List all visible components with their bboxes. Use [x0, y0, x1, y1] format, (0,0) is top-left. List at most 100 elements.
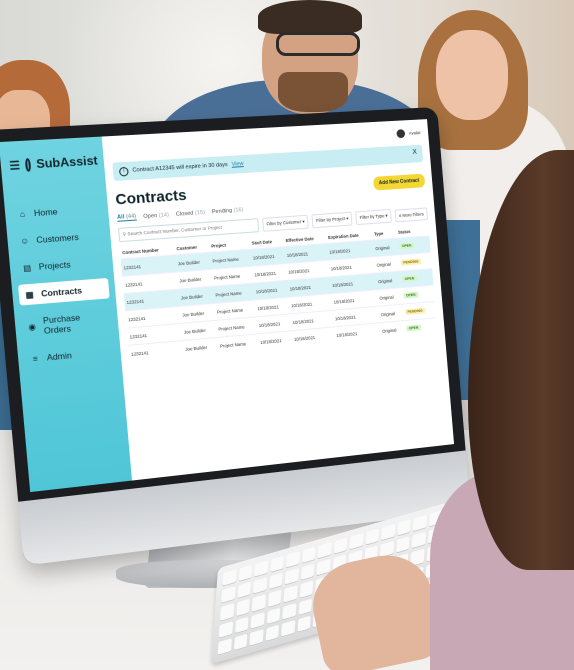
keyboard-key	[218, 638, 232, 656]
keyboard-key	[269, 573, 283, 591]
add-new-contract-button[interactable]: Add New Contract	[373, 173, 426, 190]
keyboard-key	[253, 577, 267, 595]
status-badge: OPEN	[399, 242, 414, 249]
status-badge: PENDING	[400, 258, 421, 265]
man-beard	[278, 72, 348, 112]
banner-view-link[interactable]: View	[231, 161, 243, 168]
info-icon: i	[119, 166, 129, 176]
keyboard-key	[397, 519, 411, 537]
keyboard-key	[297, 615, 311, 633]
table-cell: Original	[374, 255, 399, 273]
keyboard-key	[219, 621, 233, 639]
brand[interactable]: ☰ SubAssist	[9, 153, 98, 173]
keyboard-key	[411, 532, 425, 550]
man-glasses	[276, 32, 360, 56]
sidebar-item-home[interactable]: ⌂ Home	[11, 198, 103, 225]
contracts-table: Contract Number Customer Project Start Date…	[120, 225, 438, 362]
keyboard-key	[396, 536, 410, 554]
table-cell: Original	[380, 321, 405, 339]
avatar[interactable]	[396, 129, 405, 138]
office-photo: ☰ SubAssist ⌂ Home ☺ Customers ▤ Project…	[0, 0, 574, 670]
keyboard-key	[249, 629, 263, 647]
table-cell: 1232141	[128, 341, 184, 363]
sidebar-item-label: Projects	[38, 259, 71, 272]
table-cell: OPEN	[404, 318, 438, 337]
keyboard-key	[221, 586, 235, 604]
keyboard-key	[250, 612, 264, 630]
keyboard-key	[298, 598, 312, 616]
status-badge: OPEN	[403, 292, 418, 299]
keyboard-key	[281, 620, 295, 638]
filter-type-dropdown[interactable]: Filter by Type ▾	[355, 209, 392, 225]
keyboard-key	[299, 581, 313, 599]
tab-closed[interactable]: Closed (15)	[176, 209, 205, 217]
keyboard-key	[349, 533, 363, 551]
keyboard-key	[266, 607, 280, 625]
page-title: Contracts	[115, 187, 188, 209]
sidebar-item-contracts[interactable]: ▦ Contracts	[18, 278, 110, 306]
sidebar-item-label: Purchase Orders	[43, 310, 108, 336]
girl-face	[436, 30, 508, 120]
keyboard-key	[283, 585, 297, 603]
keyboard-key	[254, 560, 268, 578]
keyboard-key	[238, 565, 252, 583]
keyboard-key	[237, 582, 251, 600]
keyboard-key	[268, 590, 282, 608]
close-icon[interactable]: X	[412, 149, 417, 156]
filter-project-dropdown[interactable]: Filter by Project ▾	[312, 212, 353, 229]
filter-customer-dropdown[interactable]: Filter by Customer ▾	[262, 215, 309, 232]
table-cell: Original	[375, 271, 400, 289]
keyboard-key	[235, 616, 249, 634]
status-badge: PENDING	[404, 308, 425, 316]
banner-text: Contract A12345 will expire in 30 days	[132, 162, 228, 174]
monitor-screen: ☰ SubAssist ⌂ Home ☺ Customers ▤ Project…	[0, 119, 454, 492]
keyboard-key	[270, 556, 284, 574]
keyboard-key	[302, 547, 316, 565]
user-icon: ☺	[19, 236, 30, 246]
more-filters-button[interactable]: ≡ More Filters	[395, 207, 428, 222]
user-name[interactable]: Avatar	[409, 130, 421, 136]
logo-icon	[25, 158, 32, 172]
sidebar-item-label: Customers	[36, 232, 79, 245]
keyboard-key	[381, 524, 395, 542]
keyboard-key	[220, 604, 234, 622]
tab-open[interactable]: Open (14)	[143, 212, 169, 220]
table-cell: Project Name	[217, 334, 259, 354]
sidebar-item-purchase-orders[interactable]: ◉ Purchase Orders	[20, 304, 113, 342]
sidebar-item-customers[interactable]: ☺ Customers	[13, 225, 105, 252]
keyboard-key	[300, 564, 314, 582]
table-cell: Original	[373, 238, 398, 256]
table-cell: 10/18/2021	[291, 327, 335, 347]
sliders-icon: ≡	[30, 353, 41, 363]
keyboard-key	[236, 599, 250, 617]
status-badge: OPEN	[406, 324, 421, 331]
keyboard-key	[222, 569, 236, 587]
tab-pending[interactable]: Pending (16)	[212, 207, 244, 215]
table-cell: Joe Builder	[182, 337, 218, 357]
keyboard-key	[233, 634, 247, 652]
man-hair	[258, 0, 362, 34]
keyboard-key	[286, 551, 300, 569]
table-cell: 10/18/2021	[258, 331, 293, 350]
main-content: Avatar i Contract A12345 will expire in …	[102, 119, 454, 480]
clipboard-icon: ▤	[21, 263, 32, 273]
keyboard-key	[282, 603, 296, 621]
keyboard-key	[365, 528, 379, 546]
keyboard-key	[285, 568, 299, 586]
monitor: ☰ SubAssist ⌂ Home ☺ Customers ▤ Project…	[0, 107, 470, 566]
sidebar-item-label: Contracts	[41, 285, 83, 299]
keyboard-key	[317, 542, 331, 560]
sidebar-item-admin[interactable]: ≡ Admin	[24, 341, 116, 370]
home-icon: ⌂	[17, 209, 28, 219]
keyboard-key	[333, 537, 347, 555]
table-cell: 10/18/2021	[334, 323, 381, 343]
sidebar-item-label: Admin	[46, 350, 72, 363]
menu-icon[interactable]: ☰	[9, 158, 21, 172]
tab-all[interactable]: All (44)	[117, 213, 137, 221]
document-icon: ▦	[24, 289, 35, 299]
sidebar-item-label: Home	[33, 206, 57, 218]
dollar-icon: ◉	[27, 321, 38, 331]
keyboard-key	[252, 595, 266, 613]
sidebar-item-projects[interactable]: ▤ Projects	[16, 251, 108, 278]
keyboard-key	[265, 624, 279, 642]
